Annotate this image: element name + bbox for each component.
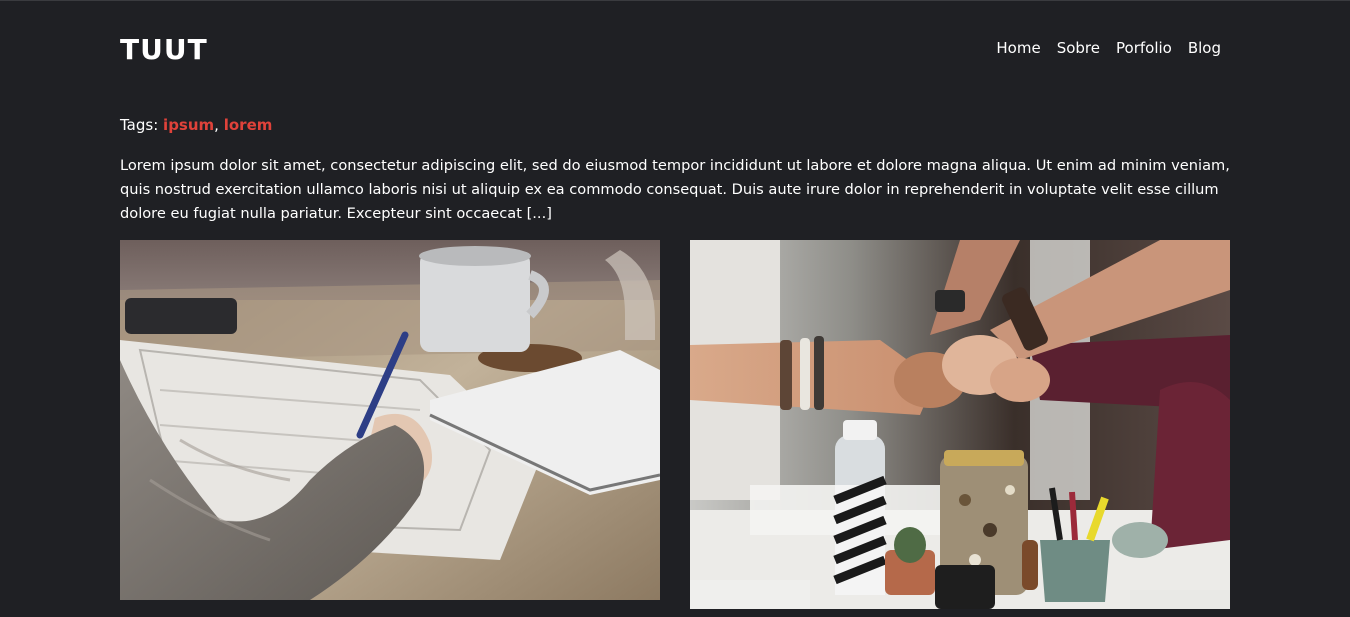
writing-at-desk-image — [120, 240, 660, 600]
nav-home[interactable]: Home — [996, 39, 1040, 57]
team-fist-bump-photo[interactable] — [690, 240, 1230, 609]
team-fist-bump-image — [690, 240, 1230, 609]
tag-link-ipsum[interactable]: ipsum — [163, 116, 214, 134]
post-excerpt: Lorem ipsum dolor sit amet, consectetur … — [120, 157, 1230, 222]
top-border — [0, 0, 1350, 1]
tag-separator: , — [214, 116, 219, 134]
nav-porfolio[interactable]: Porfolio — [1116, 39, 1172, 57]
nav-sobre[interactable]: Sobre — [1057, 39, 1100, 57]
tag-link-lorem[interactable]: lorem — [224, 116, 273, 134]
site-header: TUUT Home Sobre Porfolio Blog — [120, 33, 1230, 69]
site-logo[interactable]: TUUT — [120, 33, 208, 66]
main-nav: Home Sobre Porfolio Blog — [996, 39, 1221, 57]
nav-blog[interactable]: Blog — [1188, 39, 1221, 57]
tags-label: Tags: — [120, 116, 159, 134]
writing-at-desk-photo[interactable] — [120, 240, 660, 600]
post-tags: Tags: ipsum, lorem — [120, 116, 272, 134]
